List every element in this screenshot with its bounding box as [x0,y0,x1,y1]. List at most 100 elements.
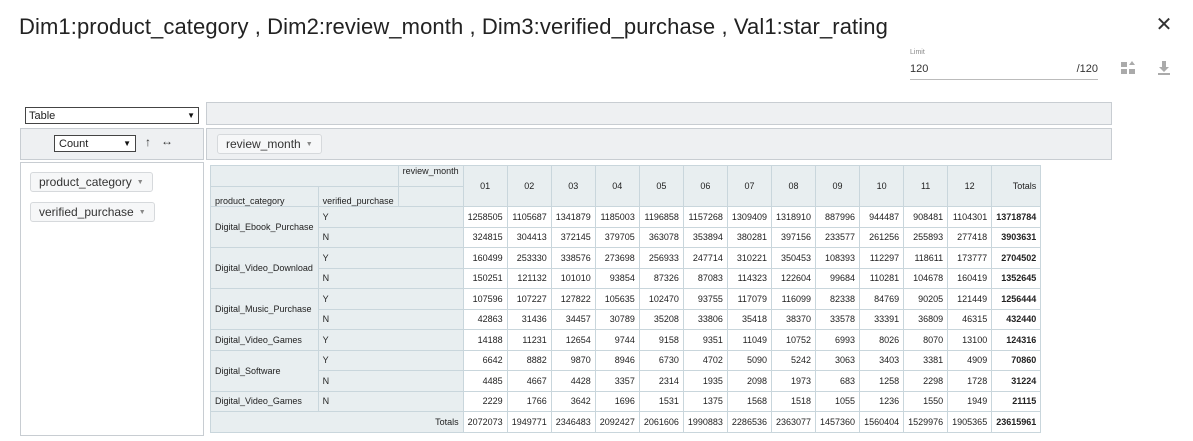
table-cell: 8882 [506,349,552,371]
row-total-cell: 3903631 [991,226,1042,248]
table-cell: 379705 [594,226,640,248]
table-cell: 1104301 [947,206,993,228]
row-field-pill[interactable]: verified_purchase ▼ [30,202,155,222]
table-cell: 31436 [506,308,552,330]
limit-label: Limit [910,49,925,56]
table-cell: 110281 [859,267,905,289]
table-cell: 273698 [594,247,640,269]
table-cell: 4702 [682,349,728,371]
table-cell: 1196858 [638,206,684,228]
col-total-cell: 2286536 [726,411,772,433]
table-cell: 35208 [638,308,684,330]
table-cell: 1935 [682,370,728,392]
aggregator-selected: Count [59,137,89,150]
col-header: 11 [903,165,949,207]
col-total-cell: 1529976 [903,411,949,433]
row-field-pill[interactable]: product_category ▼ [30,172,153,192]
row-fields-area[interactable]: product_category ▼ verified_purchase ▼ [20,162,204,436]
table-cell: 33806 [682,308,728,330]
table-cell: 107596 [462,288,508,310]
chevron-down-icon: ▼ [305,140,313,148]
limit-field: Limit /120 [910,49,1098,80]
row-field-label: verified_purchase [39,205,134,219]
table-row: N 150251 121132 101010 93854 87326 87083 114323… [211,267,1042,289]
col-total-cell: 1905365 [947,411,993,433]
row-verified-label: N [317,308,464,330]
col-header: 02 [506,165,552,207]
table-cell: 35418 [726,308,772,330]
table-cell: 82338 [815,288,861,310]
col-total-cell: 1949771 [506,411,552,433]
table-cell: 105635 [594,288,640,310]
table-cell: 90205 [903,288,949,310]
col-header: 07 [726,165,772,207]
table-cell: 34457 [550,308,596,330]
table-cell: 112297 [859,247,905,269]
table-cell: 1696 [594,390,640,412]
table-cell: 104678 [903,267,949,289]
table-cell: 10752 [770,329,817,351]
table-cell: 363078 [638,226,684,248]
unused-attributes-area[interactable] [206,102,1112,125]
table-cell: 256933 [638,247,684,269]
sort-order-icon[interactable]: ↑ [145,135,151,149]
table-cell: 1185003 [594,206,640,228]
download-icon[interactable] [1155,60,1173,78]
table-cell: 33391 [859,308,905,330]
row-category-label: Digital_Software [210,349,319,392]
table-cell: 1375 [682,390,728,412]
table-cell: 1550 [903,390,949,412]
table-cell: 3381 [903,349,949,371]
table-cell: 9870 [550,349,596,371]
table-cell: 253330 [506,247,552,269]
table-cell: 908481 [903,206,949,228]
renderer-select[interactable]: Table ▼ [25,107,199,124]
table-cell: 160419 [947,267,993,289]
totals-row-label: Totals [210,411,464,433]
table-cell: 1236 [859,390,905,412]
table-cell: 350453 [770,247,817,269]
col-header: 05 [638,165,684,207]
table-cell: 127822 [550,288,596,310]
table-cell: 1318910 [770,206,817,228]
row-verified-label: Y [317,329,464,351]
table-cell: 4428 [550,370,596,392]
table-cell: 36809 [903,308,949,330]
row-verified-label: Y [317,206,464,228]
swap-order-icon[interactable]: ↔ [161,134,173,148]
table-cell: 30789 [594,308,640,330]
aggregator-area: Count ▼ ↑ ↔ [20,128,204,160]
row-category-label: Digital_Music_Purchase [210,288,319,330]
table-cell: 8946 [594,349,640,371]
table-cell: 99684 [815,267,861,289]
table-cell: 887996 [815,206,861,228]
col-total-cell: 1990883 [682,411,728,433]
table-cell: 3403 [859,349,905,371]
chevron-down-icon: ▼ [187,111,195,120]
row-total-cell: 432440 [991,308,1042,330]
swap-axes-icon[interactable] [1119,60,1137,78]
table-cell: 9744 [594,329,640,351]
table-cell: 46315 [947,308,993,330]
column-fields-area[interactable]: review_month ▼ [206,128,1112,160]
table-cell: 122604 [770,267,817,289]
table-cell: 93755 [682,288,728,310]
table-cell: 33578 [815,308,861,330]
column-field-pill[interactable]: review_month ▼ [217,134,322,154]
aggregator-select[interactable]: Count ▼ [54,135,136,152]
col-header: 09 [815,165,861,207]
table-cell: 6730 [638,349,684,371]
table-cell: 173777 [947,247,993,269]
row-category-label: Digital_Video_Games [210,390,319,412]
row-verified-label: N [317,267,464,289]
table-cell: 6993 [815,329,861,351]
limit-input[interactable] [910,63,1030,75]
row-verified-label: Y [317,247,464,269]
table-row: Digital_Software Y 6642 8882 9870 8946 6730 470… [210,349,1042,392]
table-row: Digital_Video_Download Y 160499 253330 33857… [210,247,1042,289]
row-total-cell: 21115 [991,390,1042,412]
row-total-cell: 70860 [991,349,1042,371]
close-icon[interactable]: ✕ [1153,14,1175,36]
row-total-cell: 31224 [991,370,1042,392]
row-verified-label: N [317,226,464,248]
